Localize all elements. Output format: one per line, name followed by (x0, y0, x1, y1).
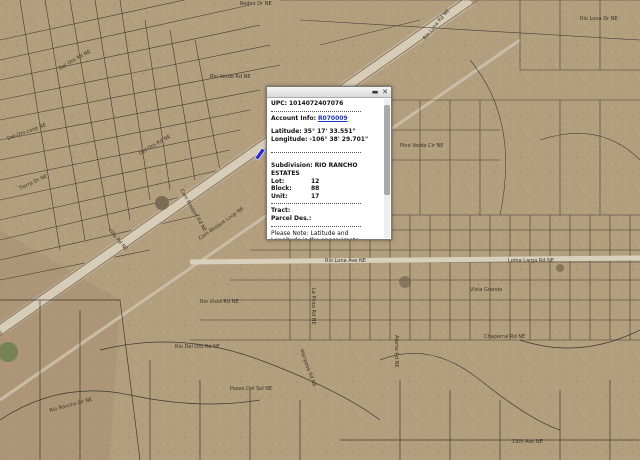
road-label: Pino Verde Cir NE (400, 143, 443, 149)
scrollbar-thumb[interactable] (384, 105, 390, 195)
popup-scrollbar[interactable] (384, 99, 390, 238)
divider (271, 110, 361, 112)
road-label: Vista Grande (470, 287, 502, 293)
road-label: Rio Del Oro Rd NE (175, 344, 220, 350)
latitude-row: Latitude: 35° 17' 33.551" (271, 128, 379, 136)
upc-value: 1014072407076 (289, 100, 344, 107)
block-row: Block: 88 (271, 185, 379, 193)
upc-label: UPC: (271, 100, 288, 107)
minimize-icon[interactable]: ▬ (371, 88, 379, 96)
lot-value: 12 (311, 177, 320, 185)
latitude-label: Latitude: (271, 128, 302, 136)
longitude-value: -106° 38' 29.701" (309, 135, 369, 143)
upc-row: UPC: 1014072407076 (271, 100, 379, 108)
parcel-des-label: Parcel Des.: (271, 214, 312, 222)
unit-value: 17 (311, 192, 320, 200)
road-label: Rio Verde Rd NE (210, 74, 251, 80)
tract-label: Tract: (271, 207, 291, 215)
road-label: La Pinta Rd NE (310, 288, 316, 325)
longitude-label: Longitude: (271, 135, 308, 143)
longitude-row: Longitude: -106° 38' 29.701" (271, 136, 379, 144)
road-label: Paseo Del Sol NE (230, 386, 272, 392)
close-icon[interactable]: ✕ (381, 88, 389, 96)
unit-label: Unit: (271, 192, 288, 200)
road-label: Rodeo Dr NE (240, 1, 272, 7)
road-label: 19th Ave NE (512, 439, 543, 445)
road-label: Chaparral Rd NE (484, 334, 525, 340)
subdivision-row: Subdivision: RIO RANCHO ESTATES (271, 162, 379, 177)
road-label: Rio Vista Rd NE (200, 299, 239, 305)
account-link[interactable]: R070009 (318, 115, 348, 122)
subdivision-label: Subdivision: (271, 162, 313, 170)
divider (271, 152, 361, 154)
location-note: Please Note: Latitude and Longitude is t… (271, 229, 359, 239)
account-row: Account Info: R070009 (271, 115, 379, 123)
divider (271, 225, 361, 227)
parcel-info-popup[interactable]: ▬ ✕ UPC: 1014072407076 Account Info: R07… (266, 86, 392, 240)
road-label: Rio Luna Dr NE (580, 16, 618, 22)
road-label: Rio Luna Ave NE (325, 258, 366, 264)
lot-row: Lot: 12 (271, 178, 379, 186)
popup-titlebar[interactable]: ▬ ✕ (267, 87, 391, 98)
latitude-value: 35° 17' 33.551" (303, 128, 356, 136)
block-value: 88 (311, 185, 320, 193)
lot-label: Lot: (271, 177, 285, 185)
road-label: Alamo Rd NE (393, 335, 399, 368)
unit-row: Unit: 17 (271, 193, 379, 201)
popup-content: UPC: 1014072407076 Account Info: R070009… (267, 98, 383, 239)
account-label: Account Info: (271, 114, 317, 122)
divider (271, 203, 361, 205)
road-label: Loma Larga Rd NE (508, 258, 554, 264)
block-label: Block: (271, 185, 292, 193)
